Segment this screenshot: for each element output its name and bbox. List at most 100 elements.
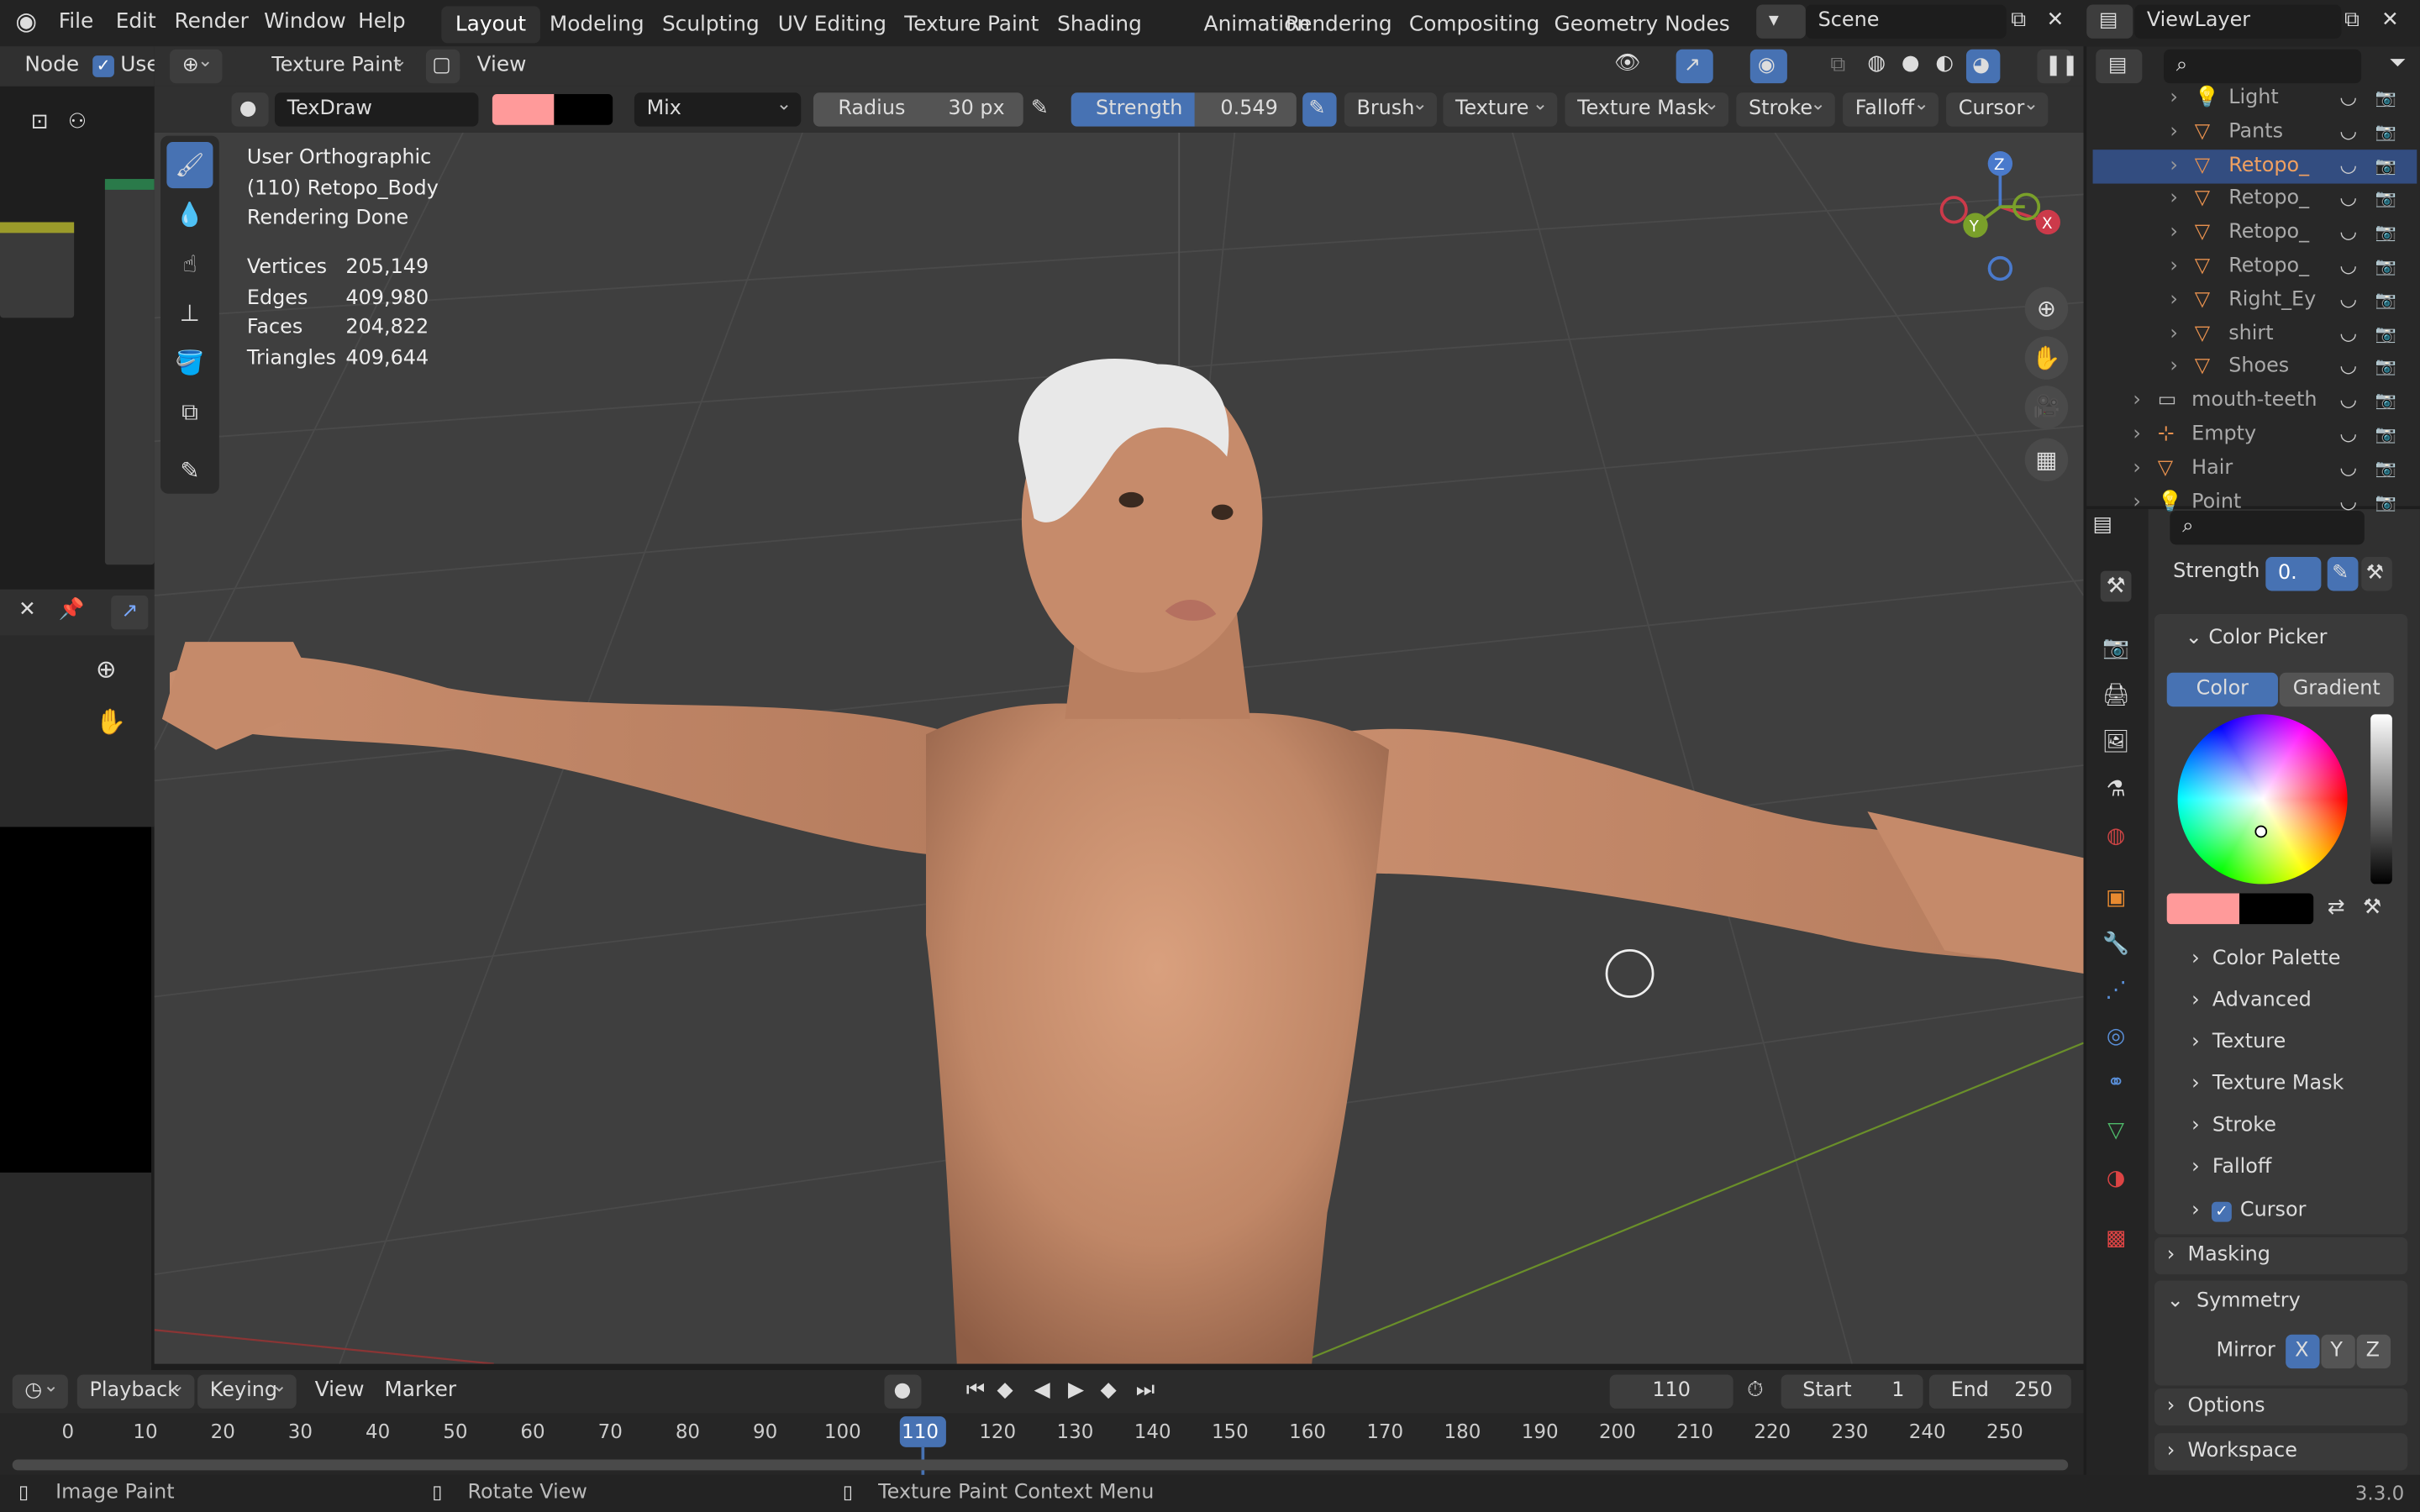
tab-geometry-nodes[interactable]: Geometry Nodes xyxy=(1540,6,1744,43)
hide-toggle-icon[interactable]: ◡ xyxy=(2339,81,2357,115)
navigation-gizmo[interactable]: Z X Y xyxy=(1939,145,2077,284)
hide-toggle-icon[interactable]: ◡ xyxy=(2339,115,2357,149)
render-toggle-icon[interactable]: 📷 xyxy=(2375,216,2396,249)
blender-logo-icon[interactable]: ◉ xyxy=(15,6,37,35)
render-toggle-icon[interactable]: 📷 xyxy=(2375,284,2396,318)
timeline-editor-type[interactable]: ◷ xyxy=(12,1368,68,1409)
node-tools-icon[interactable]: ⚇ xyxy=(68,109,87,134)
render-toggle-icon[interactable]: 📷 xyxy=(2375,385,2396,418)
close-viewlayer-icon[interactable]: ✕ xyxy=(2381,8,2399,32)
outliner-row[interactable]: › ▽ shirt ◡ 📷 xyxy=(2093,318,2417,351)
render-toggle-icon[interactable]: 📷 xyxy=(2375,81,2396,115)
outliner-search-input[interactable]: ⌕ xyxy=(2164,49,2362,84)
outliner-item-name[interactable]: Point xyxy=(2191,486,2241,519)
menu-help[interactable]: Help xyxy=(358,9,406,34)
principled-bsdf-node[interactable] xyxy=(104,179,155,565)
expand-icon[interactable]: › xyxy=(2170,182,2178,216)
outliner-row[interactable]: › ▽ Retopo_ ◡ 📷 xyxy=(2093,250,2417,284)
outliner-row[interactable]: › ▽ Pants ◡ 📷 xyxy=(2093,115,2417,149)
expand-icon[interactable]: › xyxy=(2133,452,2141,486)
blend-mode-select[interactable]: Mix xyxy=(634,92,802,127)
outliner-item-name[interactable]: Retopo_ xyxy=(2228,250,2309,284)
hide-toggle-icon[interactable]: ◡ xyxy=(2339,318,2357,351)
advanced-subpanel[interactable]: › Advanced xyxy=(2191,989,2420,1012)
paint-mode-icon[interactable]: ↗ xyxy=(111,595,149,630)
viewlayer-name-field[interactable]: ViewLayer xyxy=(2134,4,2342,39)
play-reverse-icon[interactable]: ◀ xyxy=(1034,1378,1050,1402)
object-tab-icon[interactable]: ▣ xyxy=(2101,883,2132,914)
soften-tool-icon[interactable]: 💧 xyxy=(166,192,213,238)
filter-icon[interactable]: ⏷ xyxy=(2389,51,2406,76)
outliner-item-name[interactable]: Pants xyxy=(2228,115,2283,149)
outliner-row[interactable]: › ⊹ Empty ◡ 📷 xyxy=(2093,418,2417,452)
next-keyframe-icon[interactable]: ◆ xyxy=(1101,1378,1117,1402)
tab-layout[interactable]: Layout xyxy=(441,6,540,44)
outliner-item-name[interactable]: Shoes xyxy=(2228,351,2289,385)
outliner-item-name[interactable]: shirt xyxy=(2228,318,2273,351)
render-toggle-icon[interactable]: 📷 xyxy=(2375,418,2396,452)
tab-compositing[interactable]: Compositing xyxy=(1395,6,1553,43)
outliner-row[interactable]: › ▽ Retopo_ ◡ 📷 xyxy=(2092,149,2417,183)
options-header[interactable]: › Options xyxy=(2167,1394,2420,1418)
expand-icon[interactable]: › xyxy=(2170,250,2178,284)
timeline-view-menu[interactable]: View xyxy=(315,1378,365,1402)
end-frame-field[interactable]: End 250 xyxy=(1928,1374,2071,1409)
tab-rendering[interactable]: Rendering xyxy=(1271,6,1406,43)
close-icon[interactable]: ✕ xyxy=(18,597,36,622)
expand-icon[interactable]: › xyxy=(2133,486,2141,519)
outliner-item-name[interactable]: Retopo_ xyxy=(2228,216,2309,249)
strength-slider[interactable]: Strength 0.549 xyxy=(1071,92,1297,127)
timeline-scrollbar[interactable] xyxy=(12,1459,2069,1471)
mode-selector[interactable]: Texture Paint xyxy=(234,43,417,84)
cursor-subpanel[interactable]: › ✓ Cursor xyxy=(2191,1199,2420,1222)
play-icon[interactable]: ▶ xyxy=(1068,1378,1084,1402)
brush-name-field[interactable]: TexDraw xyxy=(274,92,479,127)
menu-file[interactable]: File xyxy=(59,9,93,34)
texture-mask-subpanel[interactable]: › Texture Mask xyxy=(2191,1073,2420,1096)
playback-menu[interactable]: Playback xyxy=(76,1368,195,1409)
particles-tab-icon[interactable]: ⋰ xyxy=(2101,975,2132,1006)
constraints-tab-icon[interactable]: ⚭ xyxy=(2101,1068,2132,1099)
hide-toggle-icon[interactable]: ◡ xyxy=(2339,149,2357,182)
camera-view-icon[interactable]: 🎥 xyxy=(2024,386,2069,429)
outliner-row[interactable]: › ▽ Retopo_ ◡ 📷 xyxy=(2093,216,2417,249)
scene-name-field[interactable]: Scene xyxy=(1805,4,2007,39)
mask-tool-icon[interactable]: ⧉ xyxy=(166,389,213,435)
tab-texture-paint[interactable]: Texture Paint xyxy=(891,6,1053,43)
tab-sculpting[interactable]: Sculpting xyxy=(648,6,773,43)
slots-icon[interactable]: ▢ xyxy=(425,49,460,84)
expand-icon[interactable]: › xyxy=(2170,351,2178,385)
hide-toggle-icon[interactable]: ◡ xyxy=(2339,351,2357,385)
node-editor[interactable]: ⊡ ⚇ xyxy=(0,86,155,590)
menu-window[interactable]: Window xyxy=(264,9,346,34)
overlay-toggle-icon[interactable]: ◉ xyxy=(1749,49,1787,84)
menu-edit[interactable]: Edit xyxy=(116,9,156,34)
outliner-item-name[interactable]: Light xyxy=(2228,81,2279,115)
close-scene-icon[interactable]: ✕ xyxy=(2046,8,2064,32)
stroke-menu[interactable]: Stroke xyxy=(1736,87,1835,127)
hide-toggle-icon[interactable]: ◡ xyxy=(2339,250,2357,284)
material-shading-icon[interactable]: ◐ xyxy=(1935,51,1954,76)
expand-icon[interactable]: › xyxy=(2170,149,2178,182)
view-layer-tab-icon[interactable]: 🖼 xyxy=(2101,727,2132,758)
outliner-item-name[interactable]: Right_Ey xyxy=(2228,284,2316,318)
image-canvas[interactable] xyxy=(0,827,151,1173)
outliner-row[interactable]: › ▽ Shoes ◡ 📷 xyxy=(2093,351,2417,385)
radius-pressure-icon[interactable]: ✎ xyxy=(1031,96,1049,120)
material-tab-icon[interactable]: ◑ xyxy=(2101,1163,2132,1194)
expand-icon[interactable]: › xyxy=(2170,115,2178,149)
outliner-row[interactable]: › ▭ mouth-teeth ◡ 📷 xyxy=(2093,385,2417,418)
tool-tab-icon[interactable]: ⚒ xyxy=(2100,570,2132,602)
jump-end-icon[interactable]: ⏭ xyxy=(1136,1378,1155,1402)
falloff-subpanel[interactable]: › Falloff xyxy=(2191,1156,2420,1179)
data-tab-icon[interactable]: ▽ xyxy=(2101,1116,2132,1147)
fill-tool-icon[interactable]: 🪣 xyxy=(166,339,213,386)
render-toggle-icon[interactable]: 📷 xyxy=(2375,250,2396,284)
masking-header[interactable]: › Masking xyxy=(2167,1243,2420,1267)
color-palette-subpanel[interactable]: › Color Palette xyxy=(2191,948,2420,971)
outliner-row[interactable]: › ▽ Right_Ey ◡ 📷 xyxy=(2093,284,2417,318)
clone-tool-icon[interactable]: ⊥ xyxy=(166,290,213,336)
current-frame-field[interactable]: 110 xyxy=(1609,1374,1733,1409)
pan-view-icon[interactable]: ✋ xyxy=(2024,336,2069,380)
expand-icon[interactable]: › xyxy=(2170,284,2178,318)
